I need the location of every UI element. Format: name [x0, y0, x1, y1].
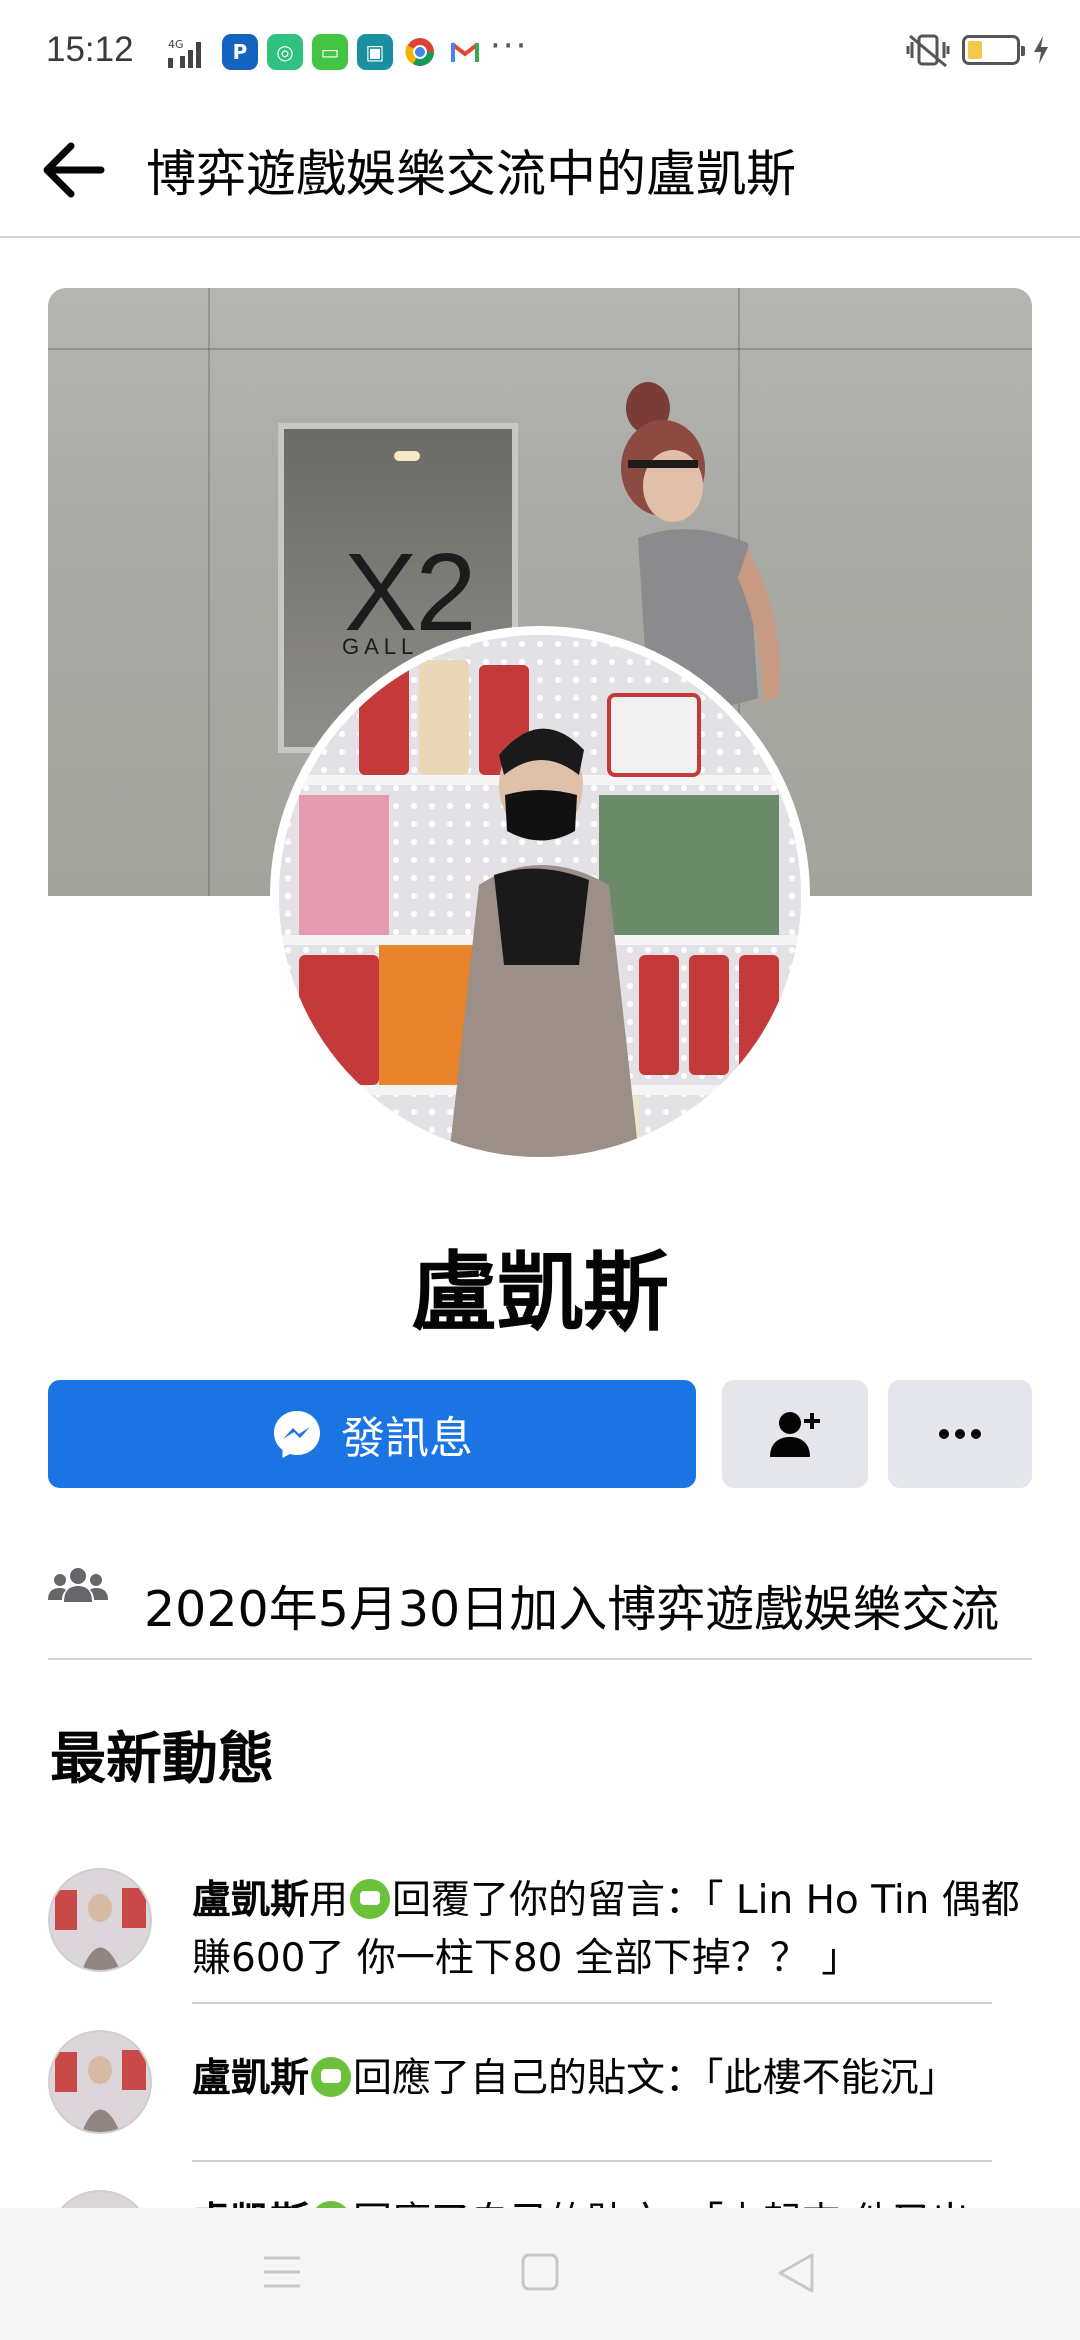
- menu-icon[interactable]: [262, 2254, 302, 2290]
- activity-pre: 用: [309, 1878, 349, 1923]
- activity-item[interactable]: 盧凱斯 回應了自己的貼文：「此樓不能沉」: [48, 2030, 1032, 2162]
- charging-icon: [1034, 36, 1048, 64]
- profile-name: 盧凱斯: [411, 1243, 669, 1343]
- status-bar: 15:12 4G P ◎ ▭ ▣ ···: [0, 0, 1080, 104]
- activity-name: 盧凱斯: [192, 2056, 310, 2101]
- add-friend-icon: [770, 1412, 820, 1457]
- messenger-icon: [274, 1411, 320, 1458]
- vibrate-mute-icon: [906, 34, 950, 68]
- comment-bubble-icon: [350, 1879, 391, 1919]
- app-notification-icon: ◎: [267, 34, 303, 70]
- back-nav-icon[interactable]: [776, 2252, 816, 2294]
- activity-text: 盧凱斯用 回覆了你的留言：「 Lin Ho Tin 偶都賺600了 你一柱下80 …: [192, 1872, 1052, 1988]
- battery-icon: [962, 35, 1025, 65]
- app-notification-icon: ▣: [357, 34, 393, 70]
- activity-divider: [192, 2160, 992, 2162]
- page-title: 博弈遊戲娛樂交流中的盧凱斯: [146, 145, 796, 203]
- add-friend-button[interactable]: [722, 1380, 868, 1488]
- profile-photo: [279, 635, 801, 1157]
- notification-icons: P ◎ ▭ ▣: [222, 34, 483, 72]
- signal-icon: 4G: [168, 38, 201, 68]
- network-type: 4G: [168, 38, 184, 51]
- app-notification-icon: P: [222, 34, 258, 70]
- chat-notification-icon: ▭: [312, 34, 348, 70]
- back-button[interactable]: [32, 130, 112, 210]
- app-header: 博弈遊戲娛樂交流中的盧凱斯: [0, 104, 1080, 238]
- niche-light: [394, 451, 420, 461]
- comment-bubble-icon: [311, 2057, 352, 2097]
- profile-avatar[interactable]: [270, 626, 810, 1166]
- activity-divider: [192, 2002, 992, 2004]
- profile-photo-image: [279, 635, 801, 1157]
- chrome-icon: [402, 34, 438, 70]
- activity-avatar: [48, 1868, 152, 1972]
- send-message-label: 發訊息: [341, 1413, 473, 1464]
- activity-item[interactable]: 盧凱斯用 回覆了你的留言：「 Lin Ho Tin 偶都賺600了 你一柱下80 …: [48, 1868, 1032, 2008]
- activity-body: 回應了自己的貼文：「此樓不能沉」: [353, 2056, 958, 2101]
- home-icon[interactable]: [520, 2252, 560, 2292]
- cover-sign-sub: GALL: [342, 634, 419, 659]
- system-nav-bar: [0, 2208, 1080, 2340]
- wall-seam: [48, 348, 1032, 350]
- more-icon: [939, 1429, 981, 1439]
- joined-text: 2020年5月30日加入博弈遊戲娛樂交流: [144, 1581, 1000, 1638]
- group-icon: [48, 1568, 108, 1602]
- arrow-left-icon: [43, 142, 105, 198]
- gmail-icon: [447, 34, 483, 70]
- more-options-button[interactable]: [888, 1380, 1032, 1488]
- status-right: [906, 32, 1050, 68]
- activity-avatar: [48, 2030, 152, 2134]
- send-message-button[interactable]: 發訊息: [48, 1380, 696, 1488]
- activity-text: 盧凱斯 回應了自己的貼文：「此樓不能沉」: [192, 2050, 1052, 2108]
- profile-actions: 發訊息: [48, 1380, 1032, 1488]
- status-time: 15:12: [46, 30, 134, 69]
- status-more-indicator: ···: [490, 26, 529, 66]
- battery-level: [968, 41, 982, 59]
- joined-info: 2020年5月30日加入博弈遊戲娛樂交流: [48, 1548, 1032, 1660]
- wall-seam: [208, 288, 210, 896]
- activity-name: 盧凱斯: [192, 1878, 310, 1923]
- recent-activity-title: 最新動態: [50, 1727, 274, 1792]
